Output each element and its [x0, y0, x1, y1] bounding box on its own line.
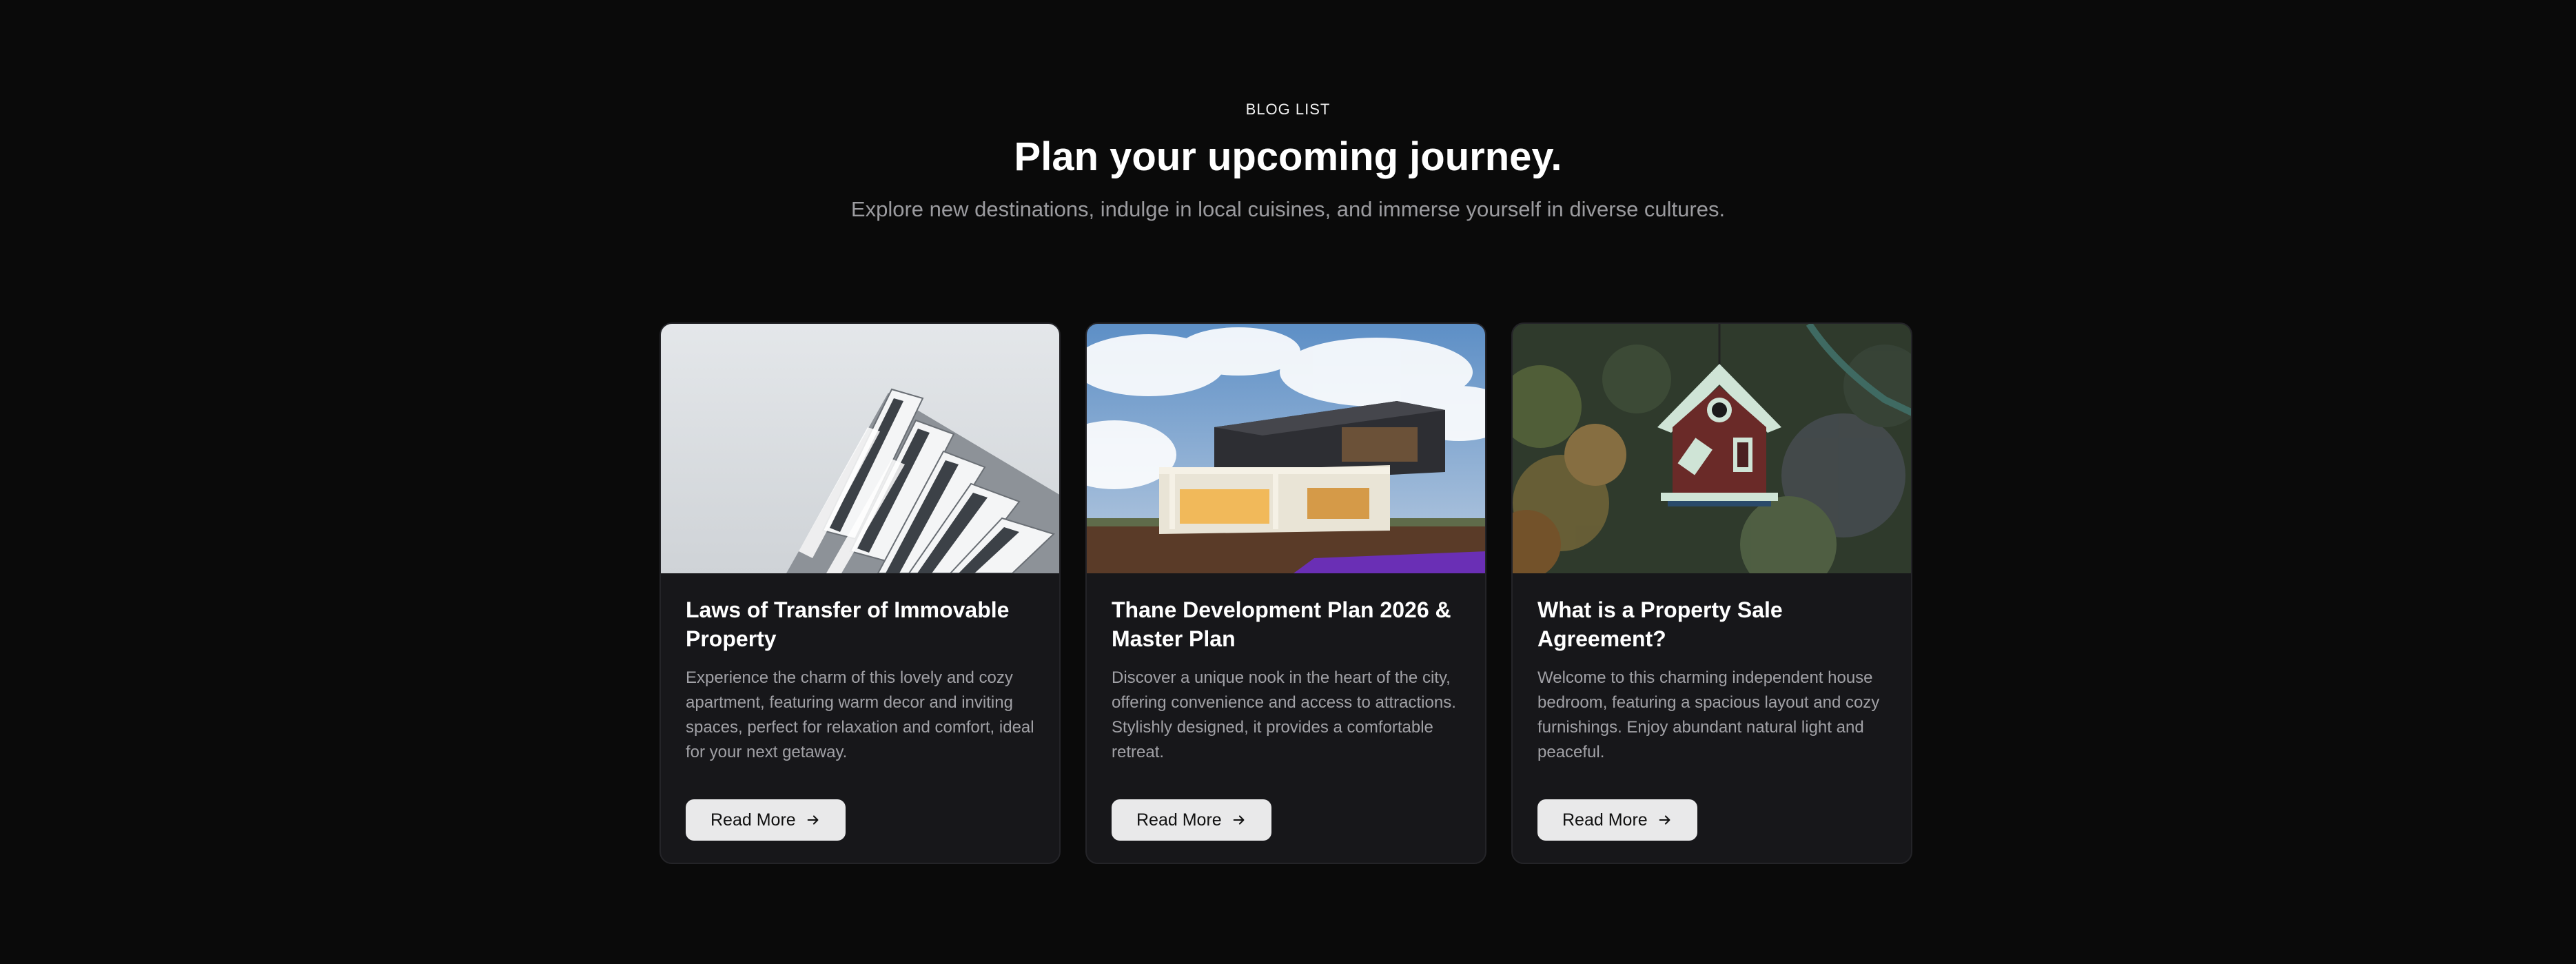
modern-house-photo[interactable]: [1087, 324, 1485, 573]
card-title[interactable]: Thane Development Plan 2026 & Master Pla…: [1112, 595, 1463, 653]
card-description: Welcome to this charming independent hou…: [1537, 668, 1880, 761]
read-more-button[interactable]: Read More: [1537, 799, 1697, 841]
modern-building-photo[interactable]: [661, 324, 1059, 573]
card-title[interactable]: What is a Property Sale Agreement?: [1537, 595, 1889, 653]
blog-list-page: BLOG LIST Plan your upcoming journey. Ex…: [0, 0, 2576, 964]
arrow-right-icon: [1659, 815, 1670, 825]
read-more-button[interactable]: Read More: [686, 799, 846, 841]
card-title[interactable]: Laws of Transfer of Immovable Property: [686, 595, 1037, 653]
blog-card: What is a Property Sale Agreement? Welco…: [1511, 322, 1912, 864]
eyebrow-label: BLOG LIST: [1245, 101, 1331, 118]
page-title: Plan your upcoming journey.: [1014, 134, 1562, 179]
card-description: Discover a unique nook in the heart of t…: [1112, 668, 1456, 761]
arrow-right-icon: [807, 815, 819, 825]
read-more-label: Read More: [711, 810, 796, 830]
read-more-label: Read More: [1136, 810, 1222, 830]
page-subtitle: Explore new destinations, indulge in loc…: [850, 197, 1726, 221]
read-more-label: Read More: [1562, 810, 1648, 830]
card-description: Experience the charm of this lovely and …: [686, 668, 1034, 761]
birdhouse-photo[interactable]: [1513, 324, 1911, 573]
blog-card-list: Laws of Transfer of Immovable Property E…: [660, 322, 1912, 864]
read-more-button[interactable]: Read More: [1112, 799, 1271, 841]
blog-card: Thane Development Plan 2026 & Master Pla…: [1085, 322, 1486, 864]
arrow-right-icon: [1233, 815, 1245, 825]
blog-card: Laws of Transfer of Immovable Property E…: [660, 322, 1061, 864]
